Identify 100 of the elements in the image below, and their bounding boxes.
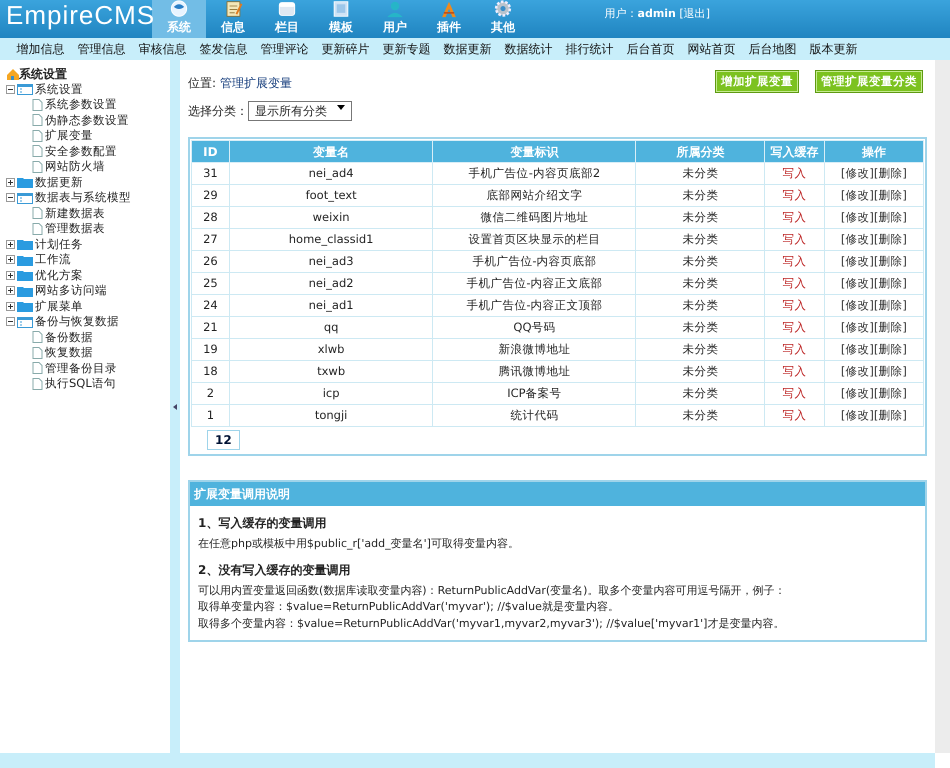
write-cache-link[interactable]: 写入 <box>764 338 824 361</box>
breadcrumb-link[interactable]: 管理扩展变量 <box>220 76 292 90</box>
write-cache-link[interactable]: 写入 <box>764 294 824 317</box>
write-cache-link[interactable]: 写入 <box>764 382 824 405</box>
edit-link[interactable]: [修改] <box>840 276 874 290</box>
delete-link[interactable]: [删除] <box>874 210 907 224</box>
tree-item[interactable]: 新建数据表 <box>45 204 105 222</box>
delete-link[interactable]: [删除] <box>874 166 907 180</box>
column-header: 变量名 <box>229 140 433 163</box>
write-cache-link[interactable]: 写入 <box>764 228 824 251</box>
edit-link[interactable]: [修改] <box>840 188 874 202</box>
delete-link[interactable]: [删除] <box>874 298 907 312</box>
expand-icon[interactable] <box>6 270 15 280</box>
tree-item[interactable]: 恢复数据 <box>45 344 93 362</box>
write-cache-link[interactable]: 写入 <box>764 360 824 383</box>
edit-link[interactable]: [修改] <box>840 342 874 356</box>
expand-icon[interactable] <box>6 240 15 249</box>
page-link[interactable]: 12 <box>207 430 240 450</box>
menu-item[interactable]: 签发信息 <box>193 40 254 58</box>
edit-link[interactable]: [修改] <box>840 408 874 422</box>
collapse-icon[interactable] <box>6 317 15 326</box>
delete-link[interactable]: [删除] <box>874 408 907 422</box>
location-label: 位置: <box>188 76 218 90</box>
nav-tab[interactable]: 用户 <box>368 0 422 38</box>
user-label: 用户： <box>604 7 638 20</box>
edit-link[interactable]: [修改] <box>840 364 874 378</box>
menu-item[interactable]: 后台地图 <box>742 40 803 58</box>
tree-root[interactable]: 系统设置 <box>19 64 67 83</box>
tree-item[interactable]: 管理备份目录 <box>45 360 117 377</box>
collapse-icon[interactable] <box>6 193 15 202</box>
edit-link[interactable]: [修改] <box>840 386 874 400</box>
table-cell: 手机广告位-内容正文底部 <box>432 272 636 295</box>
tree-item[interactable]: 扩展菜单 <box>35 298 83 315</box>
tree-item[interactable]: 计划任务 <box>35 236 83 253</box>
tree-item[interactable]: 管理数据表 <box>45 220 105 238</box>
edit-link[interactable]: [修改] <box>840 298 874 312</box>
menu-item[interactable]: 增加信息 <box>10 40 71 58</box>
menu-item[interactable]: 更新碎片 <box>315 40 376 58</box>
tree-item[interactable]: 执行SQL语句 <box>45 375 116 392</box>
category-dropdown[interactable]: 显示所有分类 <box>248 101 352 122</box>
collapse-icon[interactable] <box>6 84 15 94</box>
expand-icon[interactable] <box>6 178 15 187</box>
write-cache-link[interactable]: 写入 <box>764 162 824 185</box>
menu-item[interactable]: 管理信息 <box>71 40 132 58</box>
delete-link[interactable]: [删除] <box>874 364 907 378</box>
table-cell: 未分类 <box>636 228 765 251</box>
menu-item[interactable]: 后台首页 <box>620 40 681 58</box>
edit-link[interactable]: [修改] <box>840 210 874 224</box>
tree-item[interactable]: 网站多访问端 <box>35 282 107 300</box>
expand-icon[interactable] <box>6 286 15 296</box>
expand-icon[interactable] <box>6 302 15 311</box>
delete-link[interactable]: [删除] <box>874 254 907 268</box>
tree-item[interactable]: 伪静态参数设置 <box>45 112 129 129</box>
edit-link[interactable]: [修改] <box>840 254 874 268</box>
tree-item[interactable]: 优化方案 <box>35 266 83 284</box>
edit-link[interactable]: [修改] <box>840 320 874 334</box>
table-cell: tongji <box>229 404 433 427</box>
nav-tab[interactable]: 栏目 <box>260 0 314 38</box>
write-cache-link[interactable]: 写入 <box>764 272 824 295</box>
menu-item[interactable]: 网站首页 <box>681 40 742 58</box>
tree-item[interactable]: 工作流 <box>35 251 71 268</box>
nav-tab[interactable]: 其他 <box>476 0 530 38</box>
nav-tab[interactable]: 模板 <box>314 0 368 38</box>
write-cache-link[interactable]: 写入 <box>764 184 824 207</box>
edit-link[interactable]: [修改] <box>840 232 874 246</box>
tree-item[interactable]: 数据表与系统模型 <box>35 189 131 206</box>
delete-link[interactable]: [删除] <box>874 188 907 202</box>
delete-link[interactable]: [删除] <box>874 342 907 356</box>
tree-item[interactable]: 扩展变量 <box>45 127 93 144</box>
collapse-arrow-icon[interactable] <box>173 404 177 410</box>
table-cell: 27 <box>192 228 230 251</box>
nav-tab[interactable]: 信息 <box>206 0 260 38</box>
expand-icon[interactable] <box>6 255 15 264</box>
menu-item[interactable]: 排行统计 <box>559 40 620 58</box>
menu-item[interactable]: 版本更新 <box>803 40 864 58</box>
menu-item[interactable]: 更新专题 <box>376 40 437 58</box>
write-cache-link[interactable]: 写入 <box>764 250 824 273</box>
menu-item[interactable]: 数据统计 <box>498 40 559 58</box>
tree-item[interactable]: 数据更新 <box>35 174 83 191</box>
table-cell: ICP备案号 <box>432 382 636 405</box>
tree-item[interactable]: 备份与恢复数据 <box>35 313 119 330</box>
delete-link[interactable]: [删除] <box>874 386 907 400</box>
menu-item[interactable]: 管理评论 <box>254 40 315 58</box>
write-cache-link[interactable]: 写入 <box>764 316 824 339</box>
write-cache-link[interactable]: 写入 <box>764 404 824 427</box>
delete-link[interactable]: [删除] <box>874 232 907 246</box>
tree-item[interactable]: 系统参数设置 <box>45 96 117 114</box>
menu-item[interactable]: 审核信息 <box>132 40 193 58</box>
delete-link[interactable]: [删除] <box>874 276 907 290</box>
table-cell: 新浪微博地址 <box>432 338 636 361</box>
menu-item[interactable]: 数据更新 <box>437 40 498 58</box>
delete-link[interactable]: [删除] <box>874 320 907 334</box>
tree-item[interactable]: 备份数据 <box>45 328 93 346</box>
nav-tab[interactable]: 插件 <box>422 0 476 38</box>
tree-item[interactable]: 网站防火墙 <box>45 158 105 176</box>
edit-link[interactable]: [修改] <box>840 166 874 180</box>
tree-item[interactable]: 系统设置 <box>35 80 83 98</box>
tree-item[interactable]: 安全参数配置 <box>45 142 117 160</box>
folder-icon <box>17 300 33 312</box>
write-cache-link[interactable]: 写入 <box>764 206 824 229</box>
